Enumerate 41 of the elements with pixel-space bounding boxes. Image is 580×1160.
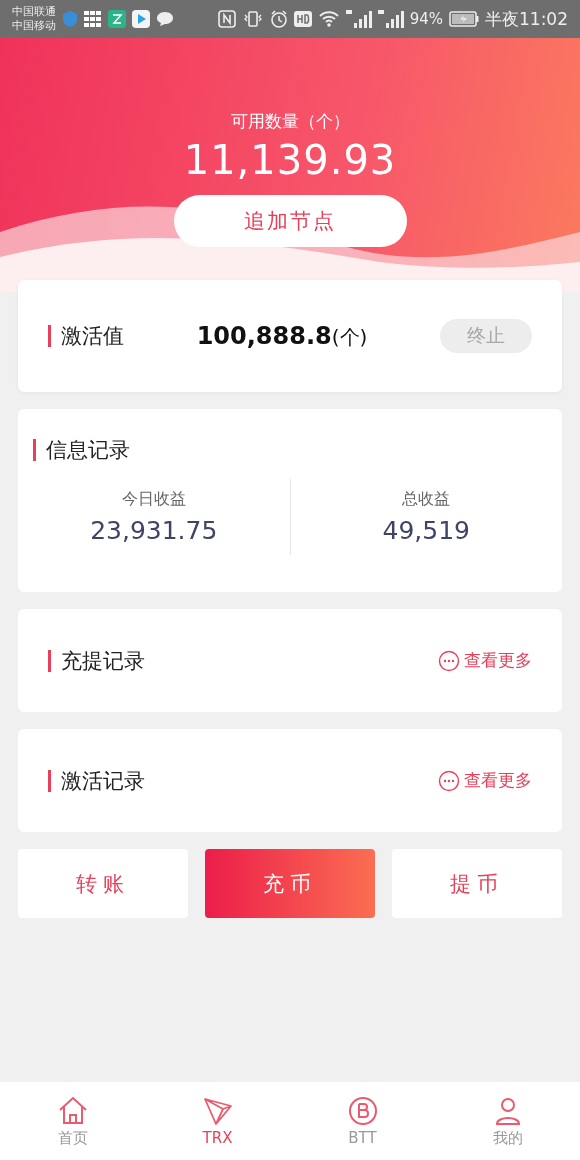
shield-icon — [62, 10, 78, 28]
action-button[interactable]: 提币 — [392, 849, 562, 918]
battery-icon — [449, 11, 479, 27]
balance-amount: 11,139.93 — [183, 137, 397, 183]
more-icon — [438, 769, 460, 792]
tab[interactable]: 我的 — [435, 1082, 580, 1160]
view-more-link[interactable]: 查看更多 — [438, 649, 532, 672]
section-title: 信息记录 — [33, 439, 130, 461]
carrier-name: 中国联通 — [12, 5, 56, 19]
triangle-icon — [201, 1095, 234, 1127]
tab[interactable]: 首页 — [0, 1082, 145, 1160]
signal-icon — [345, 10, 372, 28]
wifi-icon — [317, 10, 340, 28]
view-more-link[interactable]: 查看更多 — [438, 769, 532, 792]
stat-label: 今日收益 — [121, 489, 186, 510]
app-icon — [108, 10, 126, 28]
alarm-icon — [269, 10, 288, 28]
section-title: 充提记录 — [48, 649, 145, 672]
tab[interactable]: TRX — [145, 1082, 290, 1160]
hd-icon — [293, 11, 312, 27]
tab[interactable]: BTT — [290, 1082, 435, 1160]
balance-label: 可用数量（个） — [230, 110, 350, 133]
nfc-icon — [217, 10, 236, 28]
activation-value: 100,888.8(个) — [195, 321, 369, 351]
battery-percent: 94% — [409, 10, 443, 28]
clock: 半夜11:02 — [485, 7, 568, 31]
play-icon — [132, 10, 150, 28]
stat-label: 总收益 — [402, 489, 451, 510]
more-icon — [438, 649, 460, 672]
action-button[interactable]: 转账 — [18, 849, 188, 918]
stat-value: 49,519 — [382, 516, 470, 545]
section-title: 激活记录 — [48, 769, 145, 792]
add-node-button[interactable]: 追加节点 — [173, 195, 407, 247]
grid-icon — [84, 11, 102, 27]
coin-icon — [346, 1095, 379, 1127]
carrier-name: 中国移动 — [12, 19, 56, 33]
action-button[interactable]: 充币 — [205, 849, 375, 918]
stat-value: 23,931.75 — [90, 516, 218, 545]
section-title: 激活值 — [48, 325, 124, 347]
chat-icon — [156, 11, 174, 27]
signal-icon — [377, 10, 404, 28]
